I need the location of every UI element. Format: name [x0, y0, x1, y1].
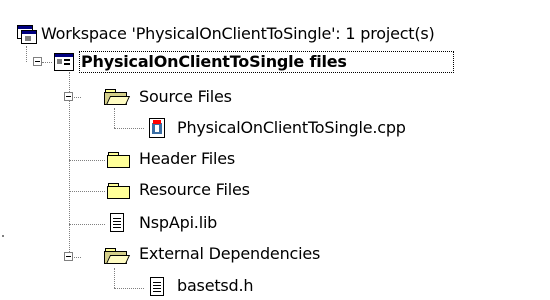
collapse-toggle-icon[interactable] — [64, 92, 73, 101]
tree-connector — [69, 160, 105, 161]
tree-item-label: basetsd.h — [177, 276, 254, 295]
workspace-icon — [16, 24, 38, 46]
tree-item-label: PhysicalOnClientToSingle.cpp — [177, 118, 406, 137]
open-folder-icon — [103, 246, 131, 266]
document-icon — [148, 276, 166, 297]
project-label: PhysicalOnClientToSingle files — [81, 52, 347, 71]
tree-item-label: External Dependencies — [139, 244, 321, 263]
project-icon — [53, 51, 75, 73]
document-icon — [108, 212, 126, 233]
tree-connector — [114, 128, 144, 129]
tree-connector — [114, 108, 115, 128]
tree-connector — [26, 46, 27, 62]
stray-dot — [2, 235, 4, 237]
tree-item-label: Source Files — [139, 87, 232, 106]
collapse-toggle-icon[interactable] — [33, 57, 42, 66]
tree-connector — [114, 288, 144, 289]
open-folder-icon — [103, 87, 131, 107]
tree-item-label: Header Files — [139, 149, 236, 168]
tree-connector — [42, 62, 52, 63]
collapse-toggle-icon[interactable] — [64, 252, 73, 261]
cpp-file-icon — [147, 117, 167, 139]
tree-item-label: Resource Files — [139, 180, 250, 199]
folder-icon — [106, 150, 132, 170]
workspace-label: Workspace 'PhysicalOnClientToSingle': 1 … — [41, 24, 435, 43]
folder-icon — [106, 181, 132, 201]
tree-connector — [114, 268, 115, 288]
tree-connector — [69, 224, 105, 225]
tree-connector — [69, 191, 105, 192]
tree-item-label: NspApi.lib — [139, 213, 218, 232]
workspace-tree-view[interactable]: Workspace 'PhysicalOnClientToSingle': 1 … — [0, 0, 550, 300]
